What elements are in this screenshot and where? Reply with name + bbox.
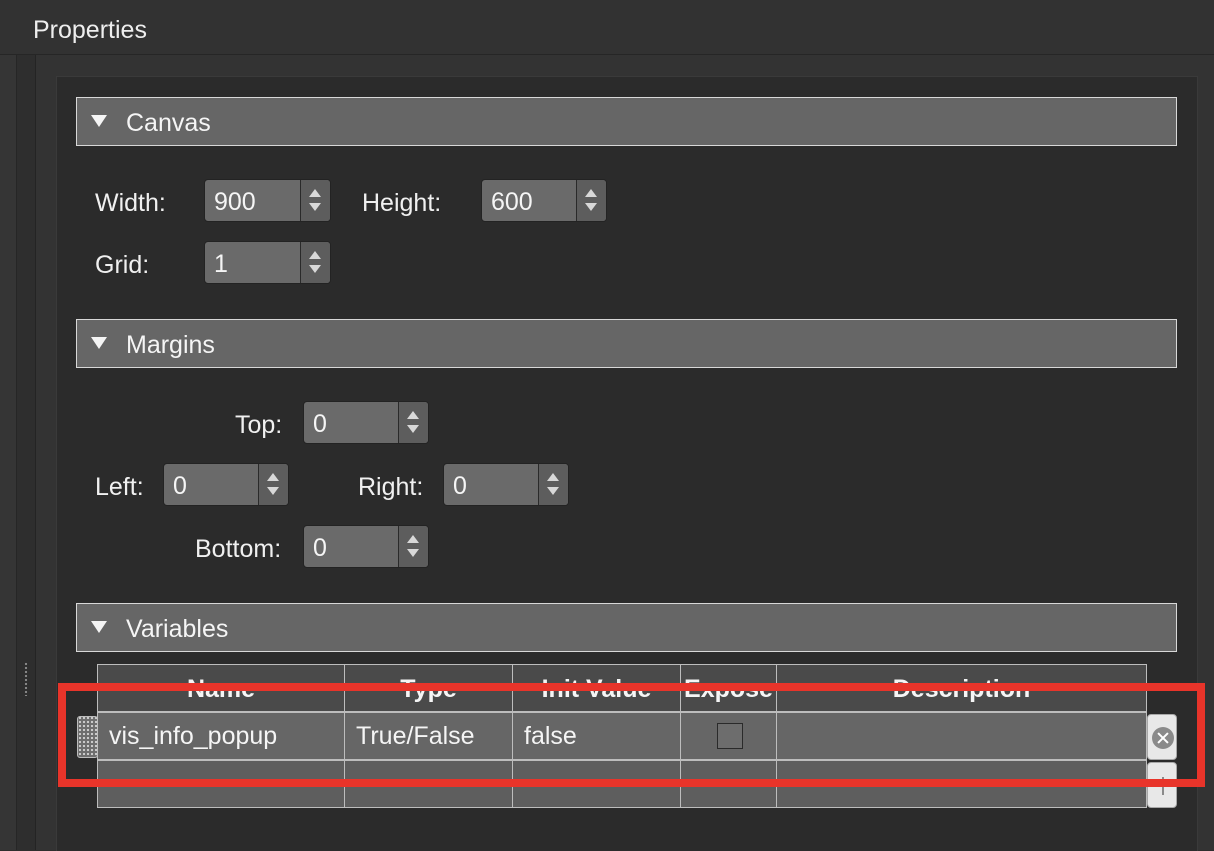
stepper-down-icon[interactable]	[407, 549, 419, 557]
stepper-up-icon[interactable]	[407, 535, 419, 543]
top-margin-stepper-arrows[interactable]	[398, 402, 428, 443]
stepper-up-icon[interactable]	[309, 251, 321, 259]
expose-checkbox[interactable]	[717, 723, 743, 749]
stepper-down-icon[interactable]	[309, 203, 321, 211]
stepper-down-icon[interactable]	[267, 487, 279, 495]
splitter-handle[interactable]	[24, 662, 28, 696]
height-stepper-arrows[interactable]	[576, 180, 606, 221]
disclosure-triangle-icon	[91, 337, 107, 349]
add-variable-button[interactable]	[1147, 762, 1177, 808]
bottom-label: Bottom:	[195, 535, 282, 563]
width-label: Width:	[95, 189, 166, 217]
variables-table: Name Type Init Value Expose Description …	[97, 664, 1147, 808]
width-stepper[interactable]: 900	[204, 179, 331, 222]
variable-expose-cell	[680, 712, 777, 760]
bottom-margin-value: 0	[313, 534, 327, 562]
bottom-margin-stepper-arrows[interactable]	[398, 526, 428, 567]
empty-row-cell[interactable]	[776, 760, 1147, 808]
left-pane-edge	[0, 55, 17, 850]
left-label: Left:	[95, 473, 144, 501]
stepper-down-icon[interactable]	[547, 487, 559, 495]
disclosure-triangle-icon	[91, 115, 107, 127]
section-title-margins: Margins	[126, 331, 215, 359]
remove-circle-icon	[1152, 727, 1174, 749]
column-header-expose[interactable]: Expose	[680, 664, 777, 712]
column-header-description[interactable]: Description	[776, 664, 1147, 712]
stepper-up-icon[interactable]	[547, 473, 559, 481]
left-margin-stepper-arrows[interactable]	[258, 464, 288, 505]
right-margin-stepper[interactable]: 0	[443, 463, 569, 506]
properties-header: Properties	[0, 0, 1214, 55]
top-margin-value: 0	[313, 410, 327, 438]
column-header-type[interactable]: Type	[344, 664, 513, 712]
right-margin-value: 0	[453, 472, 467, 500]
disclosure-triangle-icon	[91, 621, 107, 633]
section-header-canvas[interactable]: Canvas	[76, 97, 1177, 146]
remove-variable-button[interactable]	[1147, 714, 1177, 760]
stepper-up-icon[interactable]	[585, 189, 597, 197]
column-header-init-value[interactable]: Init Value	[512, 664, 681, 712]
empty-row-cell[interactable]	[344, 760, 513, 808]
empty-row-cell[interactable]	[512, 760, 681, 808]
height-label: Height:	[362, 189, 442, 217]
stepper-up-icon[interactable]	[407, 411, 419, 419]
right-margin-stepper-arrows[interactable]	[538, 464, 568, 505]
section-header-margins[interactable]: Margins	[76, 319, 1177, 368]
width-value: 900	[214, 188, 256, 216]
stepper-down-icon[interactable]	[407, 425, 419, 433]
stepper-up-icon[interactable]	[267, 473, 279, 481]
empty-row-cell[interactable]	[680, 760, 777, 808]
left-margin-value: 0	[173, 472, 187, 500]
height-value: 600	[491, 188, 533, 216]
top-label: Top:	[235, 411, 283, 439]
variable-init-value-cell[interactable]: false	[512, 712, 681, 760]
variable-type-cell[interactable]: True/False	[344, 712, 513, 760]
section-header-variables[interactable]: Variables	[76, 603, 1177, 652]
grid-label: Grid:	[95, 251, 150, 279]
plus-icon	[1155, 775, 1171, 797]
row-drag-handle[interactable]	[77, 716, 98, 758]
left-margin-stepper[interactable]: 0	[163, 463, 289, 506]
right-label: Right:	[358, 473, 424, 501]
empty-row-cell[interactable]	[97, 760, 345, 808]
bottom-margin-stepper[interactable]: 0	[303, 525, 429, 568]
section-title-canvas: Canvas	[126, 109, 211, 137]
variable-description-cell[interactable]	[776, 712, 1147, 760]
width-stepper-arrows[interactable]	[300, 180, 330, 221]
stepper-down-icon[interactable]	[309, 265, 321, 273]
panel-title: Properties	[33, 16, 147, 44]
variable-name-cell[interactable]: vis_info_popup	[97, 712, 345, 760]
height-stepper[interactable]: 600	[481, 179, 607, 222]
grid-stepper-arrows[interactable]	[300, 242, 330, 283]
section-title-variables: Variables	[126, 615, 229, 643]
stepper-down-icon[interactable]	[585, 203, 597, 211]
stepper-up-icon[interactable]	[309, 189, 321, 197]
grid-stepper[interactable]: 1	[204, 241, 331, 284]
top-margin-stepper[interactable]: 0	[303, 401, 429, 444]
column-header-name[interactable]: Name	[97, 664, 345, 712]
grid-value: 1	[214, 250, 228, 278]
